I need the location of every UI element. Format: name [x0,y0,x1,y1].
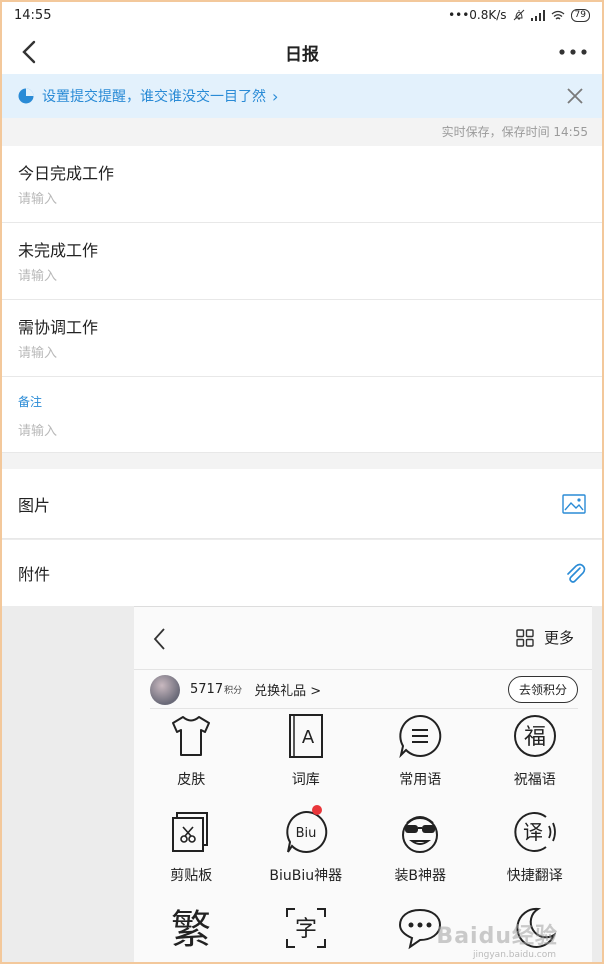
avatar [150,674,180,705]
keyboard-header: 更多 [134,607,592,670]
status-icons: •••0.8K/s 79 [448,8,590,22]
earn-points-button[interactable]: 去领积分 [507,676,578,703]
field-placeholder[interactable]: 请输入 [18,188,586,207]
mute-icon [513,9,524,21]
cool-face-icon [402,816,439,853]
field-placeholder[interactable]: 请输入 [18,265,586,284]
wifi-icon [551,10,564,19]
clock-icon [18,88,34,104]
dictionary-icon: A [288,714,323,758]
tile-label: 剪贴板 [170,868,213,884]
field-placeholder[interactable]: 请输入 [18,342,586,361]
banner-chevron-icon: › [272,86,279,106]
image-label: 图片 [18,495,51,515]
traditional-chinese-icon: 繁 [171,907,211,951]
biu-glyph: Biu [295,826,316,841]
text-scan-icon: 字 [285,908,326,948]
points-value: 5717 [190,682,224,697]
more-icon[interactable] [558,42,588,62]
keyboard-panel: 更多 5717 积分 兑换礼品 > 去领积分 皮肤 A 词库 常用语 福 祝福语… [134,606,592,964]
notification-dot [311,805,322,815]
points-bar: 5717 积分 兑换礼品 > 去领积分 [150,671,578,709]
tile-translate[interactable]: 译 快捷翻译 [478,809,593,895]
report-form: 今日完成工作 请输入 未完成工作 请输入 需协调工作 请输入 备注 请输入 [0,146,604,453]
tile-label: 装B神器 [394,868,447,884]
nav-bar: 日报 [0,30,604,74]
tile-label: 词库 [291,772,320,788]
paperclip-icon[interactable] [564,561,586,585]
section-divider [0,453,604,469]
keyboard-more-button[interactable]: 更多 [516,627,574,648]
banner-text: 设置提交提醒，谁交谁没交一目了然 [42,89,266,105]
tile-text-scan[interactable]: 字 [249,905,364,964]
phrases-icon [399,714,442,759]
tile-skin[interactable]: 皮肤 [134,713,249,799]
redeem-gifts-link[interactable]: 兑换礼品 > [254,680,321,699]
tile-biubiu[interactable]: Biu BiuBiu神器 [249,805,364,895]
tile-label: 皮肤 [177,772,206,788]
battery-icon: 79 [570,8,590,22]
more-label: 更多 [543,629,574,647]
translate-glyph: 译 [523,820,543,844]
translate-icon: 译 [514,812,556,852]
field-label: 备注 [18,395,43,409]
back-icon[interactable] [16,36,44,68]
tile-blessing[interactable]: 福 祝福语 [478,713,593,799]
status-bar: 14:55 •••0.8K/s 79 [0,0,604,30]
tile-phrases[interactable]: 常用语 [363,713,478,799]
points-unit: 积分 [224,686,243,696]
field-label: 今日完成工作 [18,164,115,183]
attachment-label: 附件 [18,565,51,584]
attachment-row[interactable]: 附件 [0,540,604,606]
field-today-done[interactable]: 今日完成工作 请输入 [0,146,604,223]
traditional-glyph: 繁 [171,907,211,951]
field-remarks[interactable]: 备注 请输入 [0,377,604,453]
field-label: 需协调工作 [18,318,99,337]
text-scan-glyph: 字 [295,917,317,942]
tile-label: 祝福语 [513,772,556,788]
tshirt-icon [172,716,211,756]
image-row[interactable]: 图片 [0,469,604,539]
close-icon[interactable] [566,87,584,105]
biu-icon: Biu [286,810,328,853]
watermark-logo: Baidu经验 [436,924,558,949]
field-placeholder[interactable]: 请输入 [18,420,586,439]
blessing-icon: 福 [513,715,556,757]
clipboard-icon [172,812,209,852]
grid-icon [516,628,534,647]
reminder-banner[interactable]: 设置提交提醒，谁交谁没交一目了然 › [0,74,604,118]
autosave-status: 实时保存，保存时间 14:55 [0,118,604,146]
watermark-url: jingyan.baidu.com [472,950,556,960]
status-time: 14:55 [14,7,52,23]
tile-label: 快捷翻译 [506,868,563,884]
field-coordination[interactable]: 需协调工作 请输入 [0,300,604,377]
tile-cool[interactable]: 装B神器 [363,809,478,895]
network-speed: •••0.8K/s [448,8,507,22]
field-label: 未完成工作 [18,241,99,260]
image-icon[interactable] [562,493,586,514]
blessing-glyph: 福 [524,725,546,750]
tile-label: 常用语 [399,772,442,788]
dictionary-glyph: A [302,727,315,748]
tile-dictionary[interactable]: A 词库 [249,713,364,799]
signal-icon [530,9,545,21]
page-title: 日报 [285,44,319,65]
tile-traditional[interactable]: 繁 [134,905,249,964]
chevron-left-icon[interactable] [150,625,170,653]
tile-clipboard[interactable]: 剪贴板 [134,809,249,895]
field-unfinished[interactable]: 未完成工作 请输入 [0,223,604,300]
tile-label: BiuBiu神器 [269,868,343,884]
